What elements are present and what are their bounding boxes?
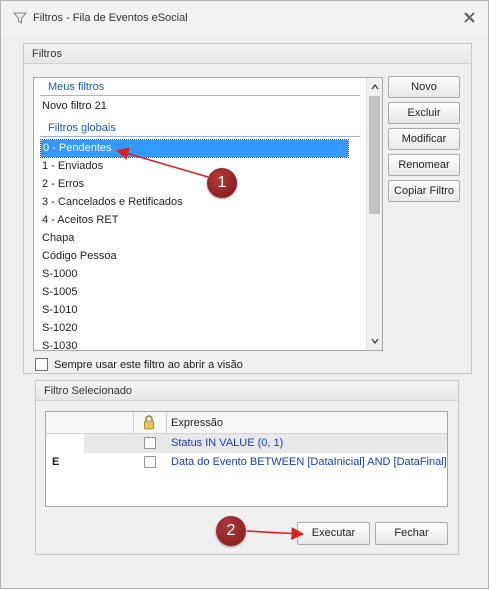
funnel-icon xyxy=(13,12,27,24)
list-item[interactable]: Código Pessoa xyxy=(42,248,117,265)
lock-icon xyxy=(144,415,154,430)
list-item[interactable]: S-1000 xyxy=(42,266,77,283)
expression-cell: Data do Evento BETWEEN [DataInicial] AND… xyxy=(171,456,447,468)
annotation-badge-1: 1 xyxy=(207,168,237,198)
grid-divider xyxy=(133,412,134,434)
scroll-thumb[interactable] xyxy=(369,96,380,214)
my-filters-header: Meus filtros xyxy=(48,81,105,93)
title-bar: Filtros - Fila de Eventos eSocial xyxy=(1,1,488,35)
list-item-my-filter[interactable]: Novo filtro 21 xyxy=(42,98,107,115)
filter-list[interactable]: Meus filtros Novo filtro 21 Filtros glob… xyxy=(33,77,383,351)
execute-button[interactable]: Executar xyxy=(297,522,370,545)
global-filters-header: Filtros globais xyxy=(48,122,116,134)
list-item[interactable]: S-1010 xyxy=(42,302,77,319)
always-use-label: Sempre usar este filtro ao abrir a visão xyxy=(54,359,243,371)
annotation-badge-2: 2 xyxy=(216,516,246,546)
filters-group-header: Filtros xyxy=(24,44,471,64)
delete-button[interactable]: Excluir xyxy=(388,102,460,124)
global-filters-separator xyxy=(40,136,360,137)
list-item[interactable]: Chapa xyxy=(42,230,74,247)
grid-header: Expressão xyxy=(46,412,447,434)
row-operator: E xyxy=(52,456,60,468)
selected-filter-header: Filtro Selecionado xyxy=(36,381,458,401)
row-lock-checkbox[interactable] xyxy=(144,437,156,449)
table-row[interactable]: E Data do Evento BETWEEN [DataInicial] A… xyxy=(46,453,447,472)
expression-column-header: Expressão xyxy=(171,417,223,429)
list-item[interactable]: S-1005 xyxy=(42,284,77,301)
list-item[interactable]: 4 - Aceitos RET xyxy=(42,212,118,229)
always-use-checkbox[interactable] xyxy=(35,358,48,371)
close-icon[interactable] xyxy=(463,11,476,24)
new-button[interactable]: Novo xyxy=(388,76,460,98)
close-button[interactable]: Fechar xyxy=(375,522,448,545)
scroll-up-icon[interactable] xyxy=(370,82,380,92)
copy-filter-button[interactable]: Copiar Filtro xyxy=(388,180,460,202)
expression-grid: Expressão Status IN VALUE (0, 1) E Data … xyxy=(45,411,448,507)
grid-divider xyxy=(166,412,167,434)
table-row[interactable]: Status IN VALUE (0, 1) xyxy=(46,434,447,453)
row-indicator xyxy=(46,434,84,453)
filter-dialog: Filtros - Fila de Eventos eSocial Filtro… xyxy=(0,0,489,589)
list-item[interactable]: 2 - Erros xyxy=(42,176,84,193)
rename-button[interactable]: Renomear xyxy=(388,154,460,176)
list-item[interactable]: S-1020 xyxy=(42,320,77,337)
list-item[interactable]: 1 - Enviados xyxy=(42,158,103,175)
expression-cell: Status IN VALUE (0, 1) xyxy=(171,437,284,449)
list-item[interactable]: S-1030 xyxy=(42,338,77,350)
row-lock-checkbox[interactable] xyxy=(144,456,156,468)
list-item[interactable]: 3 - Cancelados e Retificados xyxy=(42,194,183,211)
modify-button[interactable]: Modificar xyxy=(388,128,460,150)
my-filters-separator xyxy=(40,95,360,96)
list-item-selected[interactable]: 0 - Pendentes xyxy=(40,139,349,158)
list-scrollbar[interactable] xyxy=(366,78,382,350)
scroll-down-icon[interactable] xyxy=(370,336,380,346)
window-title: Filtros - Fila de Eventos eSocial xyxy=(33,12,188,24)
